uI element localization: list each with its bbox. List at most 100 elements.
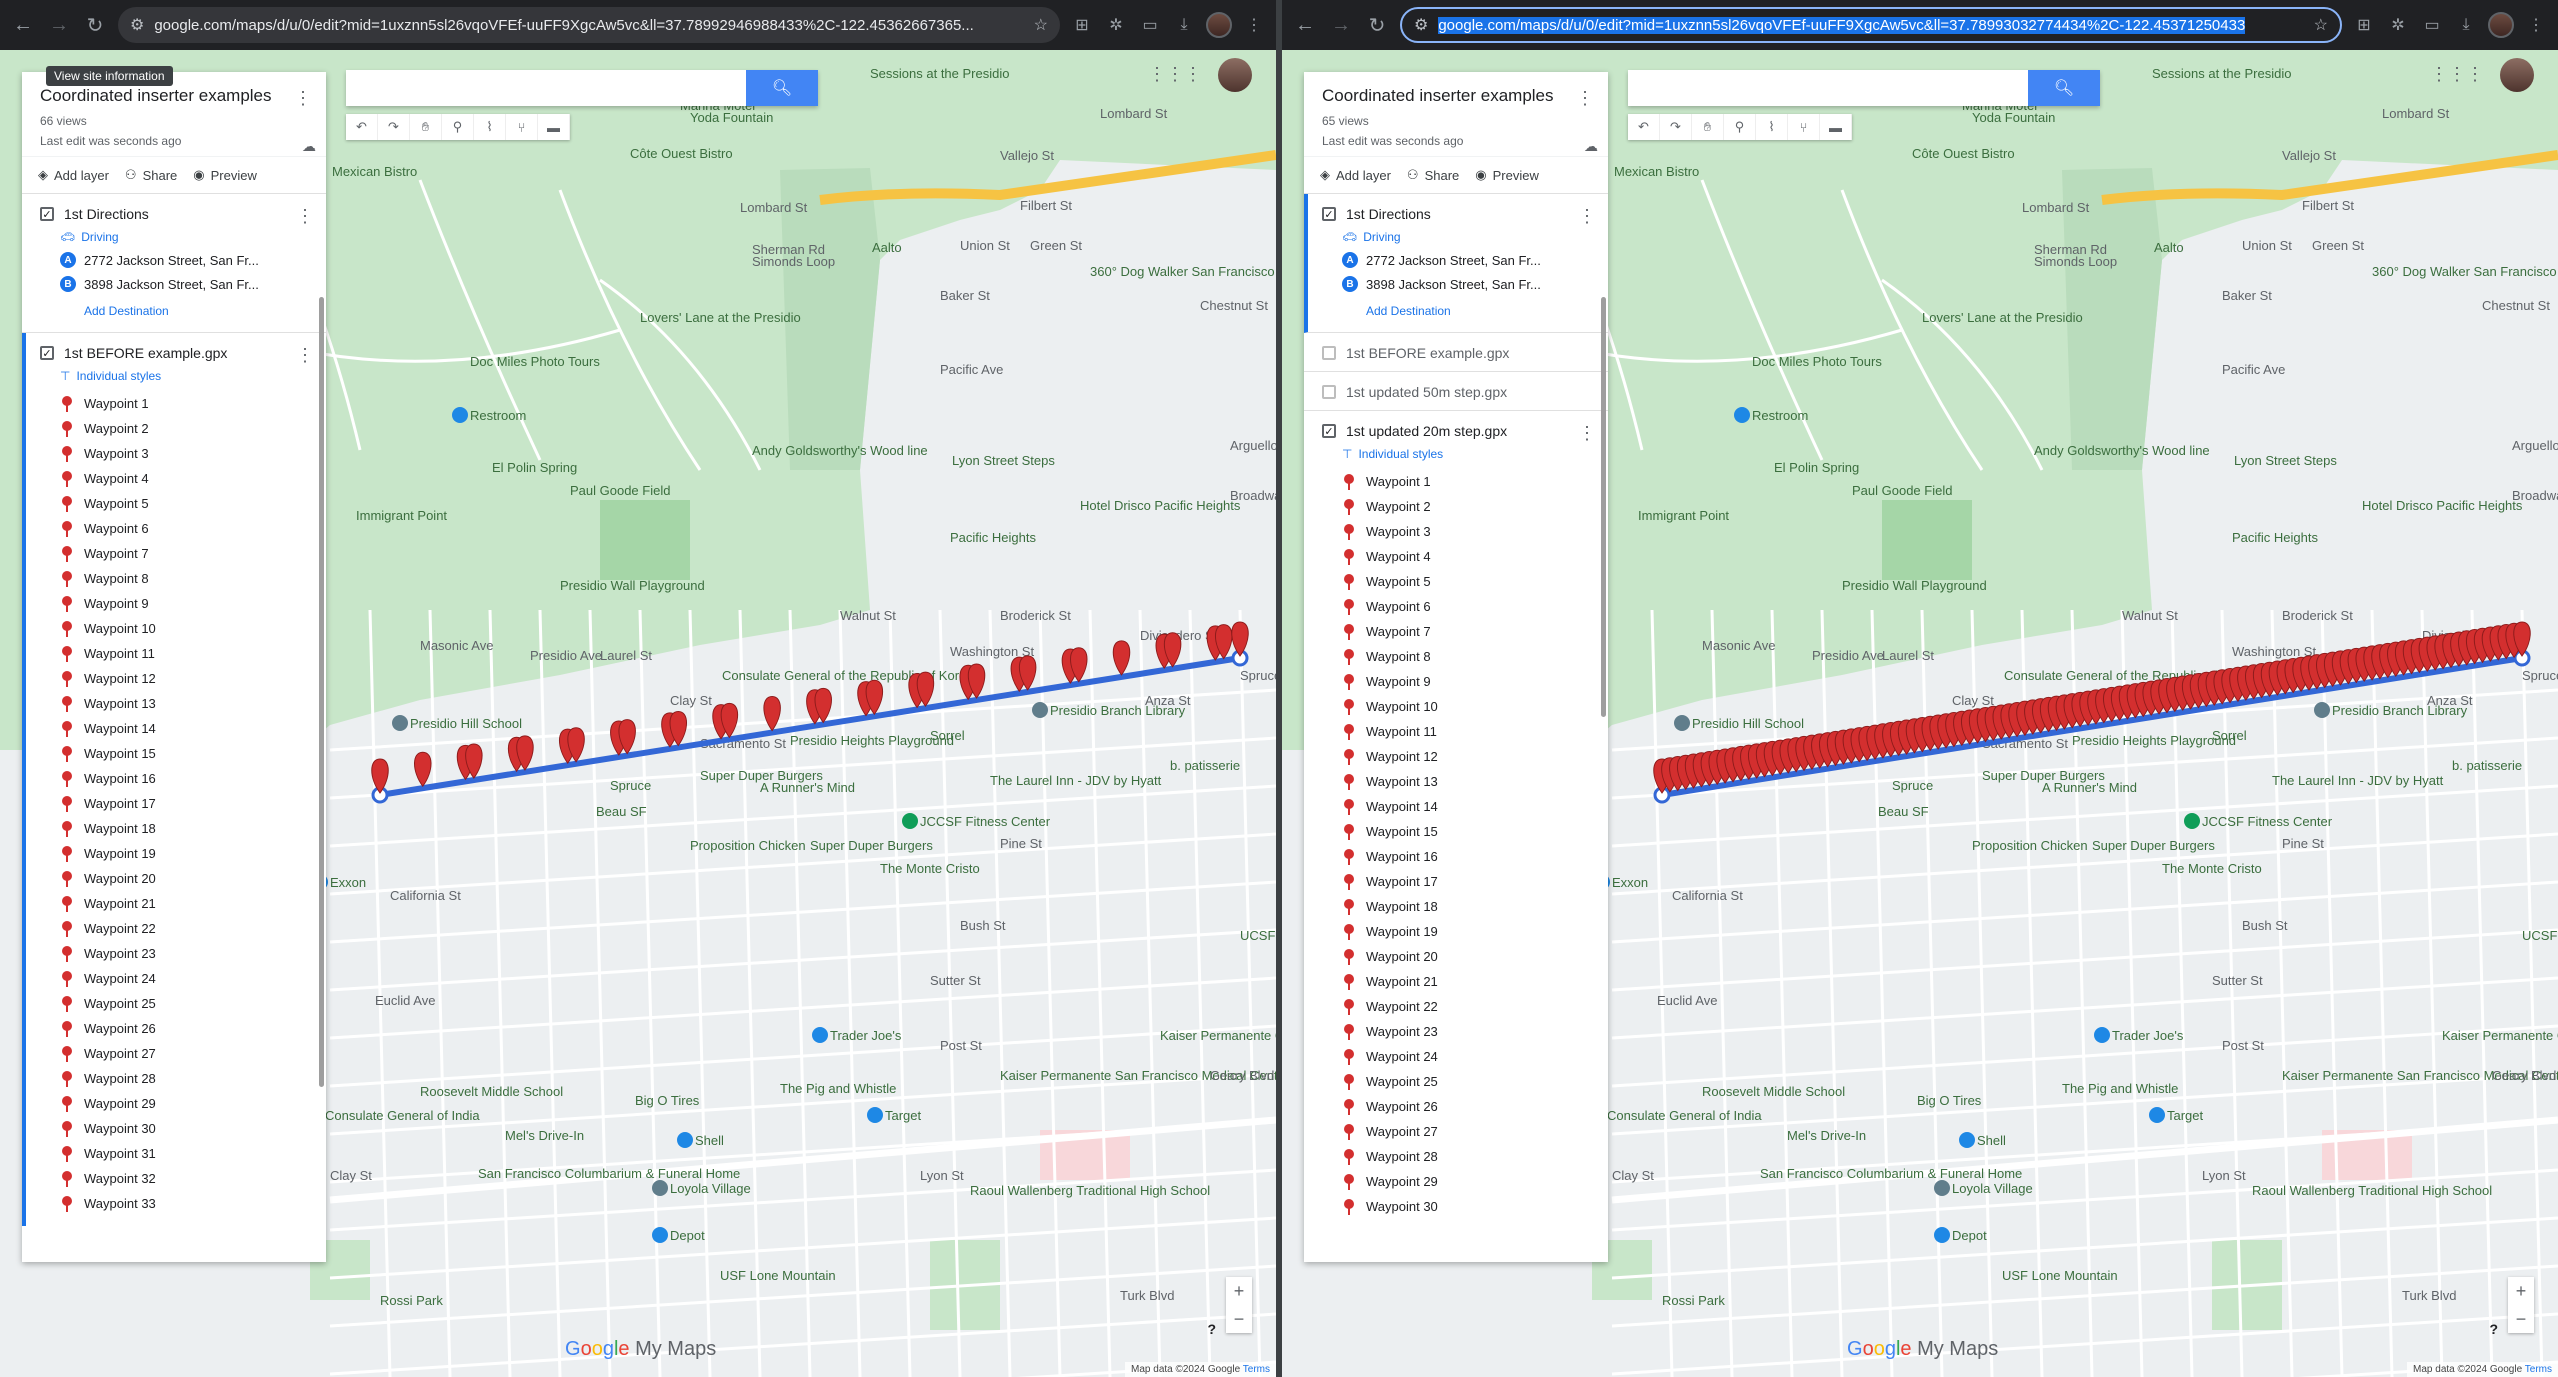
waypoint-item[interactable]: Waypoint 19	[1344, 919, 1598, 944]
add-marker-icon[interactable]: ⚲	[1724, 114, 1756, 140]
layer-before-gpx[interactable]: 1st BEFORE example.gpx	[1304, 333, 1608, 372]
sidebar-scrollbar[interactable]	[1601, 297, 1606, 717]
map-options-icon[interactable]: ⋮	[294, 88, 312, 109]
directions-icon[interactable]: ⑂	[1788, 114, 1820, 140]
waypoint-item[interactable]: Waypoint 1	[62, 391, 316, 416]
share-button[interactable]: ⚇ Share	[125, 167, 177, 183]
apps-grid-icon[interactable]: ⋮⋮⋮	[2430, 64, 2484, 85]
ruler-icon[interactable]: ▬	[538, 114, 570, 140]
travel-mode[interactable]: 🚗︎ Driving	[1342, 230, 1598, 244]
waypoint-item[interactable]: Waypoint 4	[62, 466, 316, 491]
poi-icon[interactable]	[2149, 1107, 2165, 1123]
layer-50m-gpx[interactable]: 1st updated 50m step.gpx	[1304, 372, 1608, 411]
extension-puzzle-icon[interactable]: ✲	[1104, 13, 1128, 37]
address-bar[interactable]: ⚙ google.com/maps/d/u/0/edit?mid=1uxznn5…	[1400, 7, 2342, 43]
layer-title[interactable]: 1st updated 20m step.gpx	[1346, 423, 1507, 439]
poi-icon[interactable]	[1674, 715, 1690, 731]
waypoint-item[interactable]: Waypoint 6	[62, 516, 316, 541]
layer-title[interactable]: 1st Directions	[1346, 206, 1431, 222]
waypoint-item[interactable]: Waypoint 7	[1344, 619, 1598, 644]
waypoint-item[interactable]: Waypoint 22	[1344, 994, 1598, 1019]
zoom-in-button[interactable]: +	[2508, 1277, 2534, 1305]
translate-icon[interactable]: ⊞	[2352, 13, 2376, 37]
terms-link[interactable]: Terms	[2525, 1364, 2552, 1375]
add-destination-link[interactable]: Add Destination	[84, 304, 316, 318]
poi-icon[interactable]	[1959, 1132, 1975, 1148]
waypoint-item[interactable]: Waypoint 13	[1344, 769, 1598, 794]
waypoint-item[interactable]: Waypoint 12	[1344, 744, 1598, 769]
layer-directions[interactable]: ✓ 1st Directions ⋮ 🚗︎ Driving A 2772 Jackso…	[1304, 194, 1608, 333]
stop-a[interactable]: A 2772 Jackson Street, San Fr...	[60, 252, 316, 268]
poi-icon[interactable]	[652, 1227, 668, 1243]
waypoint-item[interactable]: Waypoint 2	[1344, 494, 1598, 519]
poi-icon[interactable]	[1032, 702, 1048, 718]
layer-options-icon[interactable]: ⋮	[1578, 206, 1596, 227]
waypoint-item[interactable]: Waypoint 4	[1344, 544, 1598, 569]
waypoint-item[interactable]: Waypoint 17	[62, 791, 316, 816]
waypoint-item[interactable]: Waypoint 14	[62, 716, 316, 741]
site-info-icon[interactable]: ⚙	[130, 15, 144, 35]
forward-icon[interactable]: →	[1328, 12, 1354, 38]
poi-icon[interactable]	[652, 1180, 668, 1196]
waypoint-item[interactable]: Waypoint 19	[62, 841, 316, 866]
poi-icon[interactable]	[392, 715, 408, 731]
sidebar-scrollbar[interactable]	[319, 297, 324, 1087]
waypoint-item[interactable]: Waypoint 3	[62, 441, 316, 466]
search-button[interactable]: 🔍︎	[2028, 70, 2100, 106]
zoom-in-button[interactable]: +	[1226, 1277, 1252, 1305]
url-text[interactable]: google.com/maps/d/u/0/edit?mid=1uxznn5sl…	[1438, 16, 2303, 34]
add-destination-link[interactable]: Add Destination	[1366, 304, 1598, 318]
individual-styles-link[interactable]: ⊤ Individual styles	[1342, 447, 1598, 461]
waypoint-item[interactable]: Waypoint 31	[62, 1141, 316, 1166]
waypoint-item[interactable]: Waypoint 7	[62, 541, 316, 566]
waypoint-item[interactable]: Waypoint 26	[62, 1016, 316, 1041]
poi-icon[interactable]	[1934, 1180, 1950, 1196]
hand-icon[interactable]: ✋︎	[1692, 114, 1724, 140]
add-marker-icon[interactable]: ⚲	[442, 114, 474, 140]
poi-icon[interactable]	[867, 1107, 883, 1123]
layer-options-icon[interactable]: ⋮	[1578, 423, 1596, 444]
redo-icon[interactable]: ↷	[1660, 114, 1692, 140]
layer-20m-gpx[interactable]: ✓ 1st updated 20m step.gpx ⋮ ⊤ Individual …	[1304, 411, 1608, 1229]
waypoint-item[interactable]: Waypoint 20	[62, 866, 316, 891]
poi-icon[interactable]	[452, 407, 468, 423]
draw-line-icon[interactable]: ⌇	[474, 114, 506, 140]
waypoint-item[interactable]: Waypoint 30	[1344, 1194, 1598, 1219]
cast-icon[interactable]: ▭	[1138, 13, 1162, 37]
address-bar[interactable]: ⚙ google.com/maps/d/u/0/edit?mid=1uxznn5…	[118, 7, 1060, 43]
waypoint-item[interactable]: Waypoint 3	[1344, 519, 1598, 544]
map-title[interactable]: Coordinated inserter examples	[1322, 86, 1592, 106]
individual-styles-link[interactable]: ⊤ Individual styles	[60, 369, 316, 383]
waypoint-item[interactable]: Waypoint 16	[62, 766, 316, 791]
stop-a[interactable]: A 2772 Jackson Street, San Fr...	[1342, 252, 1598, 268]
waypoint-item[interactable]: Waypoint 23	[62, 941, 316, 966]
waypoint-item[interactable]: Waypoint 5	[62, 491, 316, 516]
forward-icon[interactable]: →	[46, 12, 72, 38]
layer-checkbox[interactable]	[1322, 346, 1336, 360]
layer-title[interactable]: 1st BEFORE example.gpx	[1346, 345, 1509, 361]
waypoint-item[interactable]: Waypoint 10	[1344, 694, 1598, 719]
reload-icon[interactable]: ↻	[1364, 12, 1390, 38]
waypoint-item[interactable]: Waypoint 12	[62, 666, 316, 691]
waypoint-item[interactable]: Waypoint 28	[1344, 1144, 1598, 1169]
waypoint-item[interactable]: Waypoint 2	[62, 416, 316, 441]
download-icon[interactable]: ⤓	[1172, 13, 1196, 37]
waypoint-item[interactable]: Waypoint 16	[1344, 844, 1598, 869]
add-layer-button[interactable]: ◈ Add layer	[1320, 167, 1391, 183]
account-avatar[interactable]	[1218, 58, 1252, 92]
redo-icon[interactable]: ↷	[378, 114, 410, 140]
waypoint-item[interactable]: Waypoint 25	[62, 991, 316, 1016]
layer-checkbox[interactable]: ✓	[1322, 207, 1336, 221]
layer-checkbox[interactable]: ✓	[1322, 424, 1336, 438]
url-text[interactable]: google.com/maps/d/u/0/edit?mid=1uxznn5sl…	[154, 17, 1023, 34]
waypoint-item[interactable]: Waypoint 28	[62, 1066, 316, 1091]
waypoint-item[interactable]: Waypoint 27	[62, 1041, 316, 1066]
poi-icon[interactable]	[1934, 1227, 1950, 1243]
url-selected-text[interactable]: google.com/maps/d/u/0/edit?mid=1uxznn5sl…	[1438, 16, 2246, 34]
zoom-out-button[interactable]: −	[2508, 1305, 2534, 1333]
waypoint-item[interactable]: Waypoint 20	[1344, 944, 1598, 969]
travel-mode[interactable]: 🚗︎ Driving	[60, 230, 316, 244]
search-input[interactable]	[346, 70, 746, 106]
waypoint-item[interactable]: Waypoint 27	[1344, 1119, 1598, 1144]
terms-link[interactable]: Terms	[1243, 1364, 1270, 1375]
